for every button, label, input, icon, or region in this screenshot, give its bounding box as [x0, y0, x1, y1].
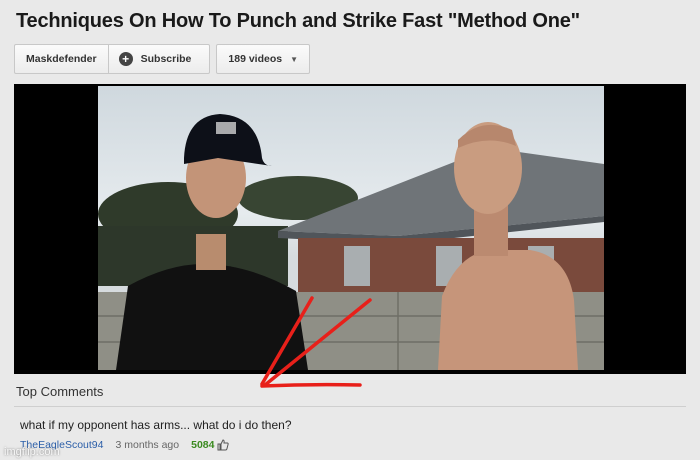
top-comments-heading: Top Comments	[16, 384, 104, 399]
thumbs-up-icon[interactable]	[217, 439, 230, 451]
channel-owner-button[interactable]: Maskdefender	[14, 44, 108, 74]
video-scene	[98, 114, 604, 370]
channel-bar: Maskdefender + Subscribe 189 videos ▼	[14, 44, 311, 74]
chevron-down-icon: ▼	[290, 54, 299, 64]
video-frame[interactable]	[98, 86, 604, 370]
like-count: 5084	[191, 439, 215, 451]
plus-icon: +	[118, 52, 133, 66]
subscribe-label: Subscribe	[140, 53, 192, 65]
video-title: Techniques On How To Punch and Strike Fa…	[16, 10, 580, 32]
watermark: imgflip.com	[4, 446, 60, 458]
video-player[interactable]	[14, 84, 686, 374]
videos-count-label: 189 videos	[228, 53, 283, 65]
subscribe-button[interactable]: + Subscribe	[107, 44, 211, 74]
comment-text: what if my opponent has arms... what do …	[20, 418, 292, 432]
comment-time: 3 months ago	[115, 439, 180, 451]
videos-count-button[interactable]: 189 videos ▼	[216, 44, 311, 74]
comment-likes[interactable]: 5084	[191, 439, 230, 451]
comments-divider	[14, 406, 686, 407]
